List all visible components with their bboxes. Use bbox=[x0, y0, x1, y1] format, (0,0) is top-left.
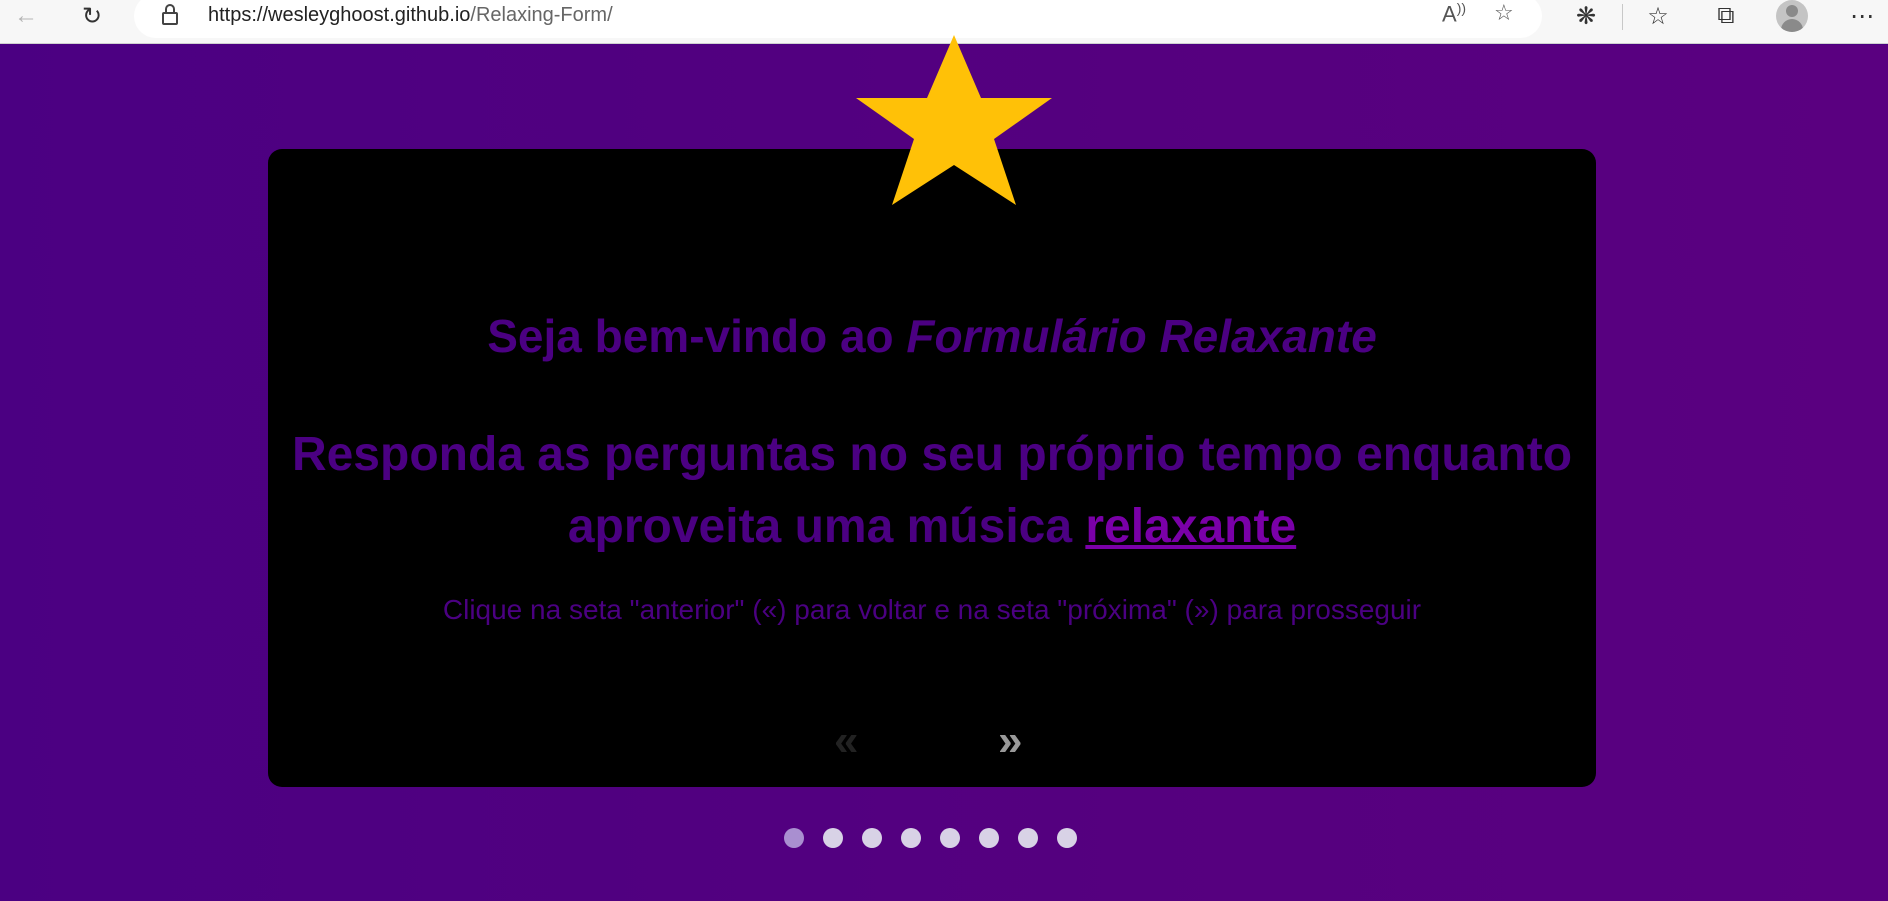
welcome-card: Seja bem-vindo ao Formulário Relaxante R… bbox=[268, 149, 1596, 787]
previous-arrow-button[interactable]: « bbox=[834, 719, 858, 763]
add-favorite-icon[interactable]: ☆ bbox=[1494, 0, 1514, 26]
relaxing-music-link[interactable]: relaxante bbox=[1085, 500, 1296, 553]
extensions-icon[interactable]: ❋ bbox=[1568, 0, 1604, 32]
title-emphasis: Formulário Relaxante bbox=[906, 310, 1377, 362]
toolbar-separator bbox=[1622, 4, 1623, 30]
collections-icon[interactable]: ⧉ bbox=[1708, 0, 1744, 32]
pagination-dots bbox=[784, 828, 1077, 850]
title-prefix: Seja bem-vindo ao bbox=[487, 310, 907, 362]
favorites-icon[interactable]: ☆ bbox=[1640, 0, 1676, 32]
page-subtitle: Responda as perguntas no seu próprio tem… bbox=[288, 419, 1576, 563]
read-aloud-icon[interactable]: A)) bbox=[1442, 0, 1466, 27]
url-path: /Relaxing-Form/ bbox=[470, 4, 613, 26]
page-title: Seja bem-vindo ao Formulário Relaxante bbox=[268, 309, 1596, 363]
back-icon[interactable]: ← bbox=[8, 0, 44, 32]
profile-avatar-icon[interactable] bbox=[1776, 0, 1808, 32]
pagination-dot[interactable] bbox=[862, 828, 882, 848]
star-icon bbox=[856, 35, 1052, 205]
pagination-dot[interactable] bbox=[979, 828, 999, 848]
reload-icon[interactable]: ↻ bbox=[74, 0, 110, 32]
url-text[interactable]: https://wesleyghoost.github.io/Relaxing-… bbox=[208, 4, 613, 27]
page-background: Seja bem-vindo ao Formulário Relaxante R… bbox=[0, 35, 1888, 901]
lock-icon[interactable] bbox=[162, 2, 178, 26]
pagination-dot[interactable] bbox=[784, 828, 804, 848]
pagination-dot[interactable] bbox=[1057, 828, 1077, 848]
pagination-dot[interactable] bbox=[1018, 828, 1038, 848]
next-arrow-button[interactable]: » bbox=[998, 719, 1022, 763]
pagination-dot[interactable] bbox=[823, 828, 843, 848]
pagination-dot[interactable] bbox=[940, 828, 960, 848]
scrollbar[interactable] bbox=[1882, 45, 1888, 901]
subtitle-text: Responda as perguntas no seu próprio tem… bbox=[291, 428, 1573, 553]
more-options-icon[interactable]: ⋯ bbox=[1844, 0, 1880, 32]
url-host: https://wesleyghoost.github.io bbox=[208, 4, 471, 26]
address-bar[interactable]: https://wesleyghoost.github.io/Relaxing-… bbox=[134, 0, 1542, 38]
instruction-text: Clique na seta "anterior" («) para volta… bbox=[442, 594, 1422, 625]
pagination-dot[interactable] bbox=[901, 828, 921, 848]
